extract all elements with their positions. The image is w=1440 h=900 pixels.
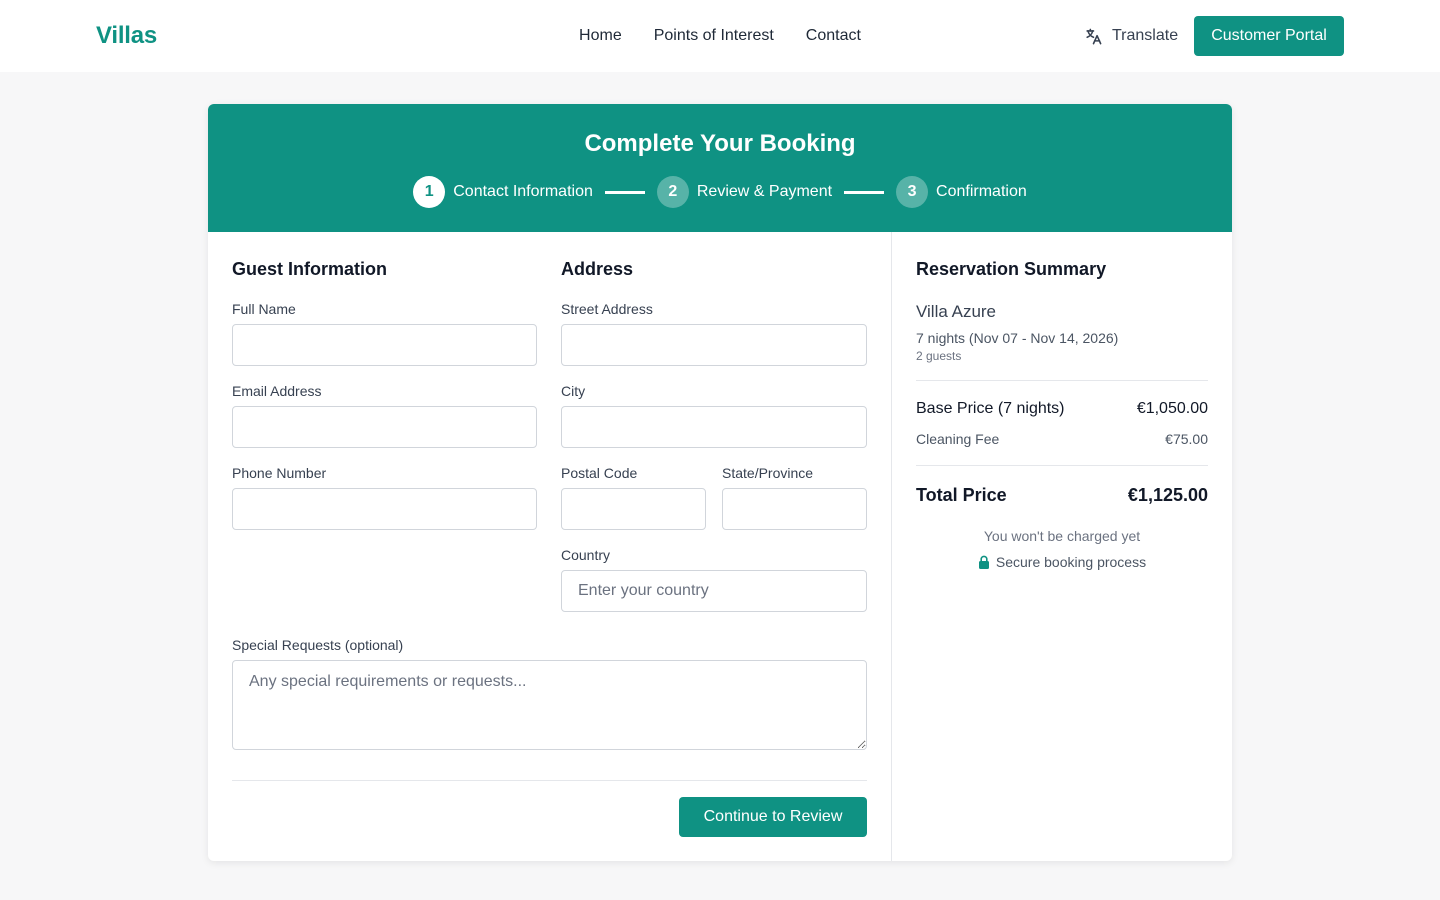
- base-price-label: Base Price (7 nights): [916, 400, 1065, 417]
- guest-count: 2 guests: [916, 349, 962, 363]
- street-input[interactable]: [561, 324, 867, 366]
- booking-header: Complete Your Booking 1 Contact Informat…: [208, 104, 1232, 232]
- postal-code-label: Postal Code: [561, 465, 638, 481]
- step-contact-information: 1 Contact Information: [413, 176, 593, 208]
- email-label: Email Address: [232, 383, 322, 399]
- base-price-value: €1,050.00: [1136, 400, 1208, 417]
- customer-portal-button[interactable]: Customer Portal: [1194, 16, 1344, 56]
- cleaning-fee-label: Cleaning Fee: [916, 431, 1000, 447]
- lock-icon: [978, 555, 989, 569]
- villa-name: Villa Azure: [916, 302, 997, 321]
- stay-dates: 7 nights (Nov 07 - Nov 14, 2026): [916, 330, 1119, 346]
- reservation-summary-title: Reservation Summary: [916, 259, 1107, 279]
- summary-divider: [916, 465, 1208, 466]
- step-number: 1: [413, 176, 446, 208]
- nav-contact[interactable]: Contact: [806, 27, 861, 45]
- step-label: Contact Information: [453, 183, 593, 200]
- nav-points-of-interest[interactable]: Points of Interest: [654, 27, 774, 45]
- booking-card: Complete Your Booking 1 Contact Informat…: [208, 104, 1232, 861]
- state-input[interactable]: [722, 488, 867, 530]
- secure-note-text: Secure booking process: [995, 554, 1147, 570]
- step-review-payment: 2 Review & Payment: [656, 176, 833, 208]
- country-input[interactable]: [561, 570, 867, 612]
- translate-label: Translate: [1112, 27, 1179, 44]
- step-confirmation: 3 Confirmation: [896, 176, 1027, 208]
- column-divider: [891, 232, 892, 861]
- form-divider: [232, 780, 867, 781]
- translate-button[interactable]: Translate: [1084, 24, 1178, 48]
- phone-label: Phone Number: [232, 465, 327, 481]
- special-requests-textarea[interactable]: [232, 660, 867, 750]
- continue-to-review-button[interactable]: Continue to Review: [679, 797, 867, 837]
- step-label: Confirmation: [936, 183, 1027, 200]
- country-label: Country: [561, 547, 611, 563]
- secure-booking-note: Secure booking process: [916, 554, 1208, 570]
- state-label: State/Province: [722, 465, 814, 481]
- step-connector: [844, 190, 885, 194]
- email-input[interactable]: [232, 406, 537, 448]
- step-label: Review & Payment: [696, 183, 833, 200]
- guest-information-title: Guest Information: [232, 259, 388, 279]
- summary-divider: [916, 380, 1208, 381]
- booking-steps: 1 Contact Information 2 Review & Payment…: [208, 176, 1232, 208]
- brand-logo[interactable]: Villas: [96, 22, 157, 50]
- street-label: Street Address: [561, 301, 653, 317]
- full-name-input[interactable]: [232, 324, 537, 366]
- page-title: Complete Your Booking: [584, 130, 856, 157]
- top-navigation-bar: Villas Home Points of Interest Contact T…: [0, 0, 1440, 72]
- cleaning-fee-value: €75.00: [1165, 431, 1208, 447]
- full-name-label: Full Name: [232, 301, 296, 317]
- city-input[interactable]: [561, 406, 867, 448]
- translate-icon: [1086, 28, 1102, 44]
- step-number: 2: [656, 176, 689, 208]
- postal-code-input[interactable]: [561, 488, 706, 530]
- special-requests-label: Special Requests (optional): [232, 637, 404, 653]
- total-price-label: Total Price: [916, 485, 1007, 505]
- address-title: Address: [561, 259, 634, 279]
- nav-home[interactable]: Home: [579, 27, 622, 45]
- charge-note: You won't be charged yet: [983, 528, 1141, 544]
- total-price-value: €1,125.00: [1127, 485, 1208, 505]
- phone-input[interactable]: [232, 488, 537, 530]
- step-number: 3: [896, 176, 929, 208]
- city-label: City: [561, 383, 586, 399]
- step-connector: [604, 190, 645, 194]
